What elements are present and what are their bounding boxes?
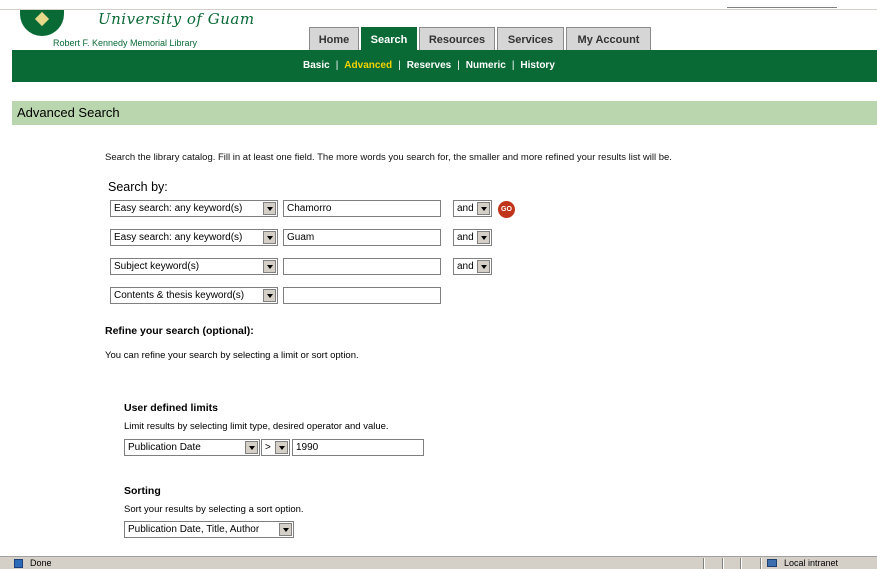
subnav-basic[interactable]: Basic (303, 60, 330, 71)
search-field-value-1: Easy search: any keyword(s) (114, 203, 243, 214)
tab-resources[interactable]: Resources (419, 27, 495, 50)
university-seal-logo (20, 10, 64, 36)
intro-text: Search the library catalog. Fill in at l… (105, 152, 672, 163)
university-name: University of Guam (98, 10, 255, 28)
subnav-reserves[interactable]: Reserves (407, 60, 451, 71)
search-field-select-4[interactable]: Contents & thesis keyword(s) (110, 287, 278, 304)
limit-operator-select[interactable]: > (261, 439, 290, 456)
page-done-icon (14, 559, 23, 568)
user-defined-limits-heading: User defined limits (124, 402, 218, 414)
search-term-input-3[interactable] (283, 258, 441, 275)
dropdown-arrow-icon (263, 202, 276, 215)
limit-type-select[interactable]: Publication Date (124, 439, 260, 456)
browser-status-bar: Done Local intranet (0, 556, 877, 569)
subnav-history[interactable]: History (520, 60, 554, 71)
search-term-input-4[interactable] (283, 287, 441, 304)
search-field-value-4: Contents & thesis keyword(s) (114, 290, 245, 301)
operator-select-1[interactable]: and (453, 200, 492, 217)
search-field-select-3[interactable]: Subject keyword(s) (110, 258, 278, 275)
dropdown-arrow-icon (245, 441, 258, 454)
search-subnav: Basic | Advanced | Reserves | Numeric | … (303, 60, 555, 71)
operator-select-2[interactable]: and (453, 229, 492, 246)
security-zone-text: Local intranet (784, 558, 839, 568)
search-field-value-2: Easy search: any keyword(s) (114, 232, 243, 243)
search-term-input-1[interactable]: Chamorro (283, 200, 441, 217)
go-button[interactable]: GO (498, 201, 515, 218)
operator-select-3[interactable]: and (453, 258, 492, 275)
dropdown-arrow-icon (263, 231, 276, 244)
refine-note: You can refine your search by selecting … (105, 350, 359, 361)
dropdown-arrow-icon (477, 202, 490, 215)
dropdown-arrow-icon (263, 260, 276, 273)
subnav-advanced[interactable]: Advanced (344, 60, 392, 71)
subnav-numeric[interactable]: Numeric (466, 60, 506, 71)
local-intranet-icon (767, 559, 777, 567)
status-text: Done (30, 558, 52, 568)
user-defined-limits-note: Limit results by selecting limit type, d… (124, 421, 389, 432)
page-title: Advanced Search (17, 105, 120, 120)
tab-search[interactable]: Search (361, 27, 417, 50)
sorting-note: Sort your results by selecting a sort op… (124, 504, 304, 515)
dropdown-arrow-icon (279, 523, 292, 536)
library-name: Robert F. Kennedy Memorial Library (53, 38, 198, 48)
operator-value-2: and (457, 232, 474, 243)
limit-operator-value: > (265, 442, 271, 453)
operator-value-1: and (457, 203, 474, 214)
main-tabs: Home Search Resources Services My Accoun… (309, 27, 653, 50)
sorting-heading: Sorting (124, 485, 161, 497)
search-term-input-2[interactable]: Guam (283, 229, 441, 246)
dropdown-arrow-icon (263, 289, 276, 302)
refine-heading: Refine your search (optional): (105, 325, 254, 337)
operator-value-3: and (457, 261, 474, 272)
search-by-label: Search by: (108, 180, 168, 194)
limit-value-input[interactable]: 1990 (292, 439, 424, 456)
search-field-select-2[interactable]: Easy search: any keyword(s) (110, 229, 278, 246)
tab-services[interactable]: Services (497, 27, 564, 50)
sort-option-select[interactable]: Publication Date, Title, Author (124, 521, 294, 538)
dropdown-arrow-icon (275, 441, 288, 454)
dropdown-arrow-icon (477, 231, 490, 244)
search-field-select-1[interactable]: Easy search: any keyword(s) (110, 200, 278, 217)
tab-home[interactable]: Home (309, 27, 359, 50)
dropdown-arrow-icon (477, 260, 490, 273)
tab-my-account[interactable]: My Account (566, 27, 651, 50)
limit-type-value: Publication Date (128, 442, 201, 453)
page-title-band (12, 101, 877, 125)
search-field-value-3: Subject keyword(s) (114, 261, 200, 272)
sort-option-value: Publication Date, Title, Author (128, 524, 260, 535)
browser-top-edge (0, 0, 877, 10)
